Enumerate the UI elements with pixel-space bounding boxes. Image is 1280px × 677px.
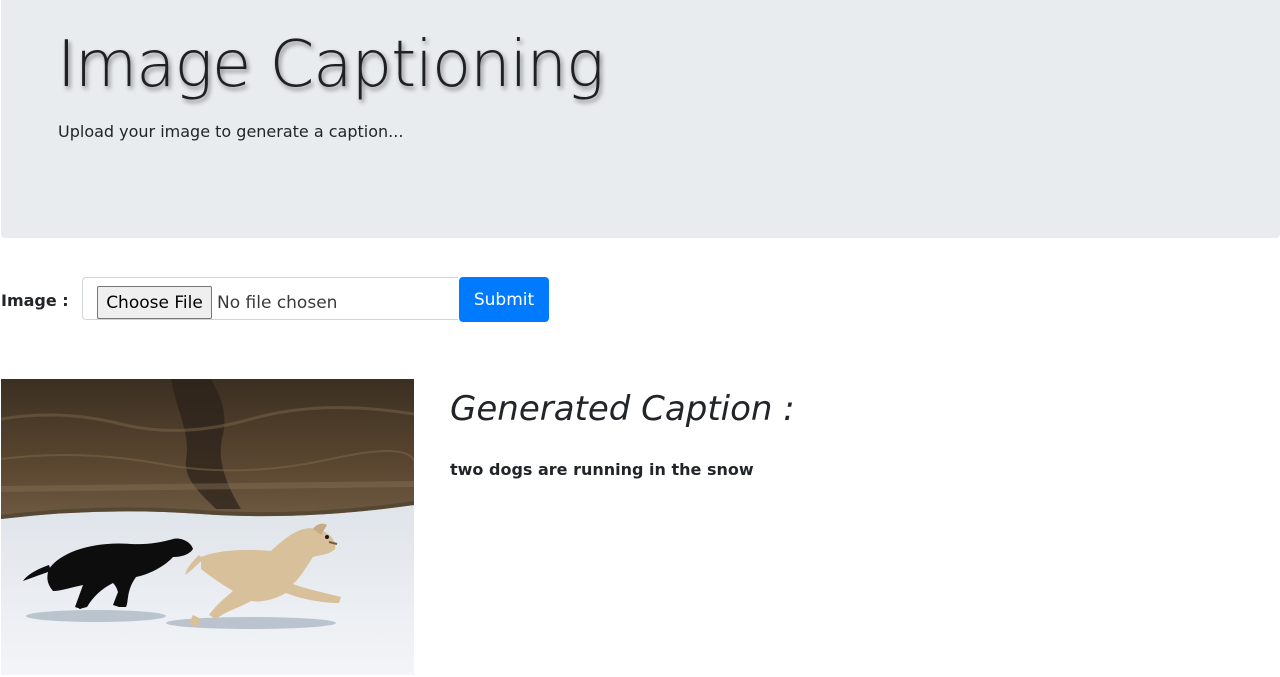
generated-caption-text: two dogs are running in the snow xyxy=(450,460,754,479)
choose-file-button[interactable]: Choose File xyxy=(97,286,212,319)
file-status-text: No file chosen xyxy=(217,293,338,313)
file-input[interactable]: Choose File No file chosen xyxy=(82,277,458,320)
image-field-label: Image : xyxy=(1,291,69,310)
page-subtitle: Upload your image to generate a caption.… xyxy=(58,122,404,141)
submit-button[interactable]: Submit xyxy=(459,277,549,322)
page-title: Image Captioning xyxy=(57,28,604,102)
generated-caption-heading: Generated Caption : xyxy=(450,389,795,429)
uploaded-image xyxy=(1,379,414,675)
jumbotron-header: Image Captioning Upload your image to ge… xyxy=(1,0,1280,238)
